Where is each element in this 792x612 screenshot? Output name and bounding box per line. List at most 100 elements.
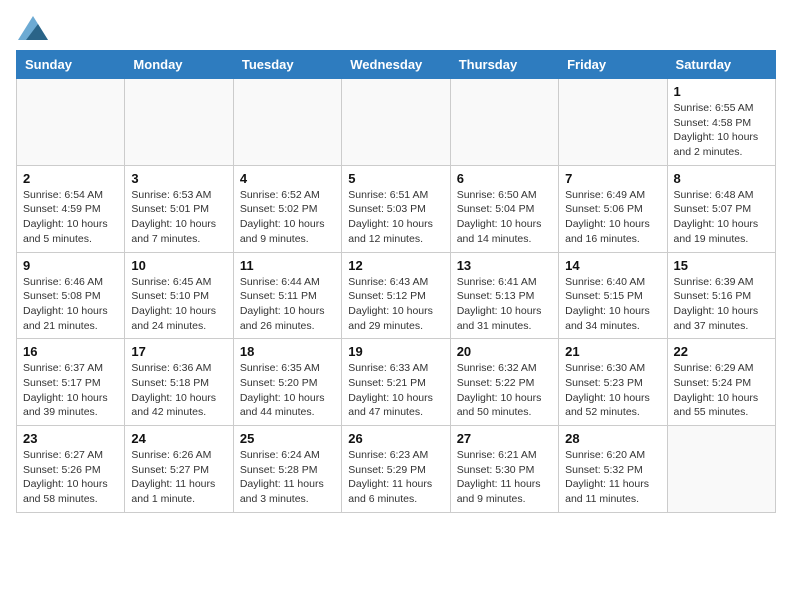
- day-number: 18: [240, 344, 335, 359]
- day-info: Sunrise: 6:46 AM Sunset: 5:08 PM Dayligh…: [23, 275, 118, 334]
- day-number: 7: [565, 171, 660, 186]
- day-info: Sunrise: 6:50 AM Sunset: 5:04 PM Dayligh…: [457, 188, 552, 247]
- calendar-cell: 14 Sunrise: 6:40 AM Sunset: 5:15 PM Dayli…: [559, 252, 667, 339]
- weekday-header-friday: Friday: [559, 51, 667, 79]
- day-info: Sunrise: 6:51 AM Sunset: 5:03 PM Dayligh…: [348, 188, 443, 247]
- calendar-cell: 8 Sunrise: 6:48 AM Sunset: 5:07 PM Daylig…: [667, 165, 775, 252]
- day-info: Sunrise: 6:33 AM Sunset: 5:21 PM Dayligh…: [348, 361, 443, 420]
- calendar-cell: [233, 79, 341, 166]
- calendar-cell: 15 Sunrise: 6:39 AM Sunset: 5:16 PM Dayli…: [667, 252, 775, 339]
- day-info: Sunrise: 6:27 AM Sunset: 5:26 PM Dayligh…: [23, 448, 118, 507]
- day-info: Sunrise: 6:44 AM Sunset: 5:11 PM Dayligh…: [240, 275, 335, 334]
- calendar-cell: 27 Sunrise: 6:21 AM Sunset: 5:30 PM Dayli…: [450, 426, 558, 513]
- day-number: 12: [348, 258, 443, 273]
- day-info: Sunrise: 6:54 AM Sunset: 4:59 PM Dayligh…: [23, 188, 118, 247]
- week-row-1: 1 Sunrise: 6:55 AM Sunset: 4:58 PM Daylig…: [17, 79, 776, 166]
- day-number: 17: [131, 344, 226, 359]
- day-info: Sunrise: 6:39 AM Sunset: 5:16 PM Dayligh…: [674, 275, 769, 334]
- day-number: 11: [240, 258, 335, 273]
- calendar-cell: 4Sunrise: 6:52 AM Sunset: 5:02 PM Daylig…: [233, 165, 341, 252]
- weekday-header-monday: Monday: [125, 51, 233, 79]
- day-number: 28: [565, 431, 660, 446]
- day-info: Sunrise: 6:35 AM Sunset: 5:20 PM Dayligh…: [240, 361, 335, 420]
- logo-icon: [18, 16, 48, 40]
- day-number: 3: [131, 171, 226, 186]
- day-number: 6: [457, 171, 552, 186]
- calendar-cell: 19 Sunrise: 6:33 AM Sunset: 5:21 PM Dayli…: [342, 339, 450, 426]
- calendar-cell: 5 Sunrise: 6:51 AM Sunset: 5:03 PM Daylig…: [342, 165, 450, 252]
- week-row-3: 9 Sunrise: 6:46 AM Sunset: 5:08 PM Daylig…: [17, 252, 776, 339]
- day-info: Sunrise: 6:24 AM Sunset: 5:28 PM Dayligh…: [240, 448, 335, 507]
- calendar-cell: [342, 79, 450, 166]
- calendar-cell: [450, 79, 558, 166]
- day-info: Sunrise: 6:36 AM Sunset: 5:18 PM Dayligh…: [131, 361, 226, 420]
- day-number: 23: [23, 431, 118, 446]
- day-number: 26: [348, 431, 443, 446]
- calendar-cell: [559, 79, 667, 166]
- weekday-header-row: SundayMondayTuesdayWednesdayThursdayFrid…: [17, 51, 776, 79]
- day-number: 1: [674, 84, 769, 99]
- calendar-cell: 7 Sunrise: 6:49 AM Sunset: 5:06 PM Daylig…: [559, 165, 667, 252]
- calendar-cell: 9 Sunrise: 6:46 AM Sunset: 5:08 PM Daylig…: [17, 252, 125, 339]
- calendar-cell: 11 Sunrise: 6:44 AM Sunset: 5:11 PM Dayli…: [233, 252, 341, 339]
- day-info: Sunrise: 6:30 AM Sunset: 5:23 PM Dayligh…: [565, 361, 660, 420]
- day-info: Sunrise: 6:21 AM Sunset: 5:30 PM Dayligh…: [457, 448, 552, 507]
- day-info: Sunrise: 6:52 AM Sunset: 5:02 PM Dayligh…: [240, 188, 335, 247]
- calendar-cell: 18 Sunrise: 6:35 AM Sunset: 5:20 PM Dayli…: [233, 339, 341, 426]
- calendar-cell: 24 Sunrise: 6:26 AM Sunset: 5:27 PM Dayli…: [125, 426, 233, 513]
- day-info: Sunrise: 6:23 AM Sunset: 5:29 PM Dayligh…: [348, 448, 443, 507]
- day-info: Sunrise: 6:41 AM Sunset: 5:13 PM Dayligh…: [457, 275, 552, 334]
- day-number: 13: [457, 258, 552, 273]
- day-info: Sunrise: 6:29 AM Sunset: 5:24 PM Dayligh…: [674, 361, 769, 420]
- day-info: Sunrise: 6:48 AM Sunset: 5:07 PM Dayligh…: [674, 188, 769, 247]
- day-number: 16: [23, 344, 118, 359]
- day-number: 25: [240, 431, 335, 446]
- day-number: 2: [23, 171, 118, 186]
- calendar-cell: [667, 426, 775, 513]
- day-number: 20: [457, 344, 552, 359]
- day-number: 9: [23, 258, 118, 273]
- calendar-cell: 23 Sunrise: 6:27 AM Sunset: 5:26 PM Dayli…: [17, 426, 125, 513]
- calendar-cell: [125, 79, 233, 166]
- day-number: 8: [674, 171, 769, 186]
- day-number: 22: [674, 344, 769, 359]
- day-info: Sunrise: 6:40 AM Sunset: 5:15 PM Dayligh…: [565, 275, 660, 334]
- calendar-cell: 22 Sunrise: 6:29 AM Sunset: 5:24 PM Dayli…: [667, 339, 775, 426]
- day-info: Sunrise: 6:45 AM Sunset: 5:10 PM Dayligh…: [131, 275, 226, 334]
- week-row-5: 23 Sunrise: 6:27 AM Sunset: 5:26 PM Dayli…: [17, 426, 776, 513]
- day-number: 5: [348, 171, 443, 186]
- calendar-cell: 20Sunrise: 6:32 AM Sunset: 5:22 PM Dayli…: [450, 339, 558, 426]
- header: [16, 16, 776, 40]
- day-number: 27: [457, 431, 552, 446]
- week-row-2: 2 Sunrise: 6:54 AM Sunset: 4:59 PM Daylig…: [17, 165, 776, 252]
- calendar-cell: 10 Sunrise: 6:45 AM Sunset: 5:10 PM Dayli…: [125, 252, 233, 339]
- day-number: 15: [674, 258, 769, 273]
- calendar-cell: 2 Sunrise: 6:54 AM Sunset: 4:59 PM Daylig…: [17, 165, 125, 252]
- calendar-cell: [17, 79, 125, 166]
- day-info: Sunrise: 6:49 AM Sunset: 5:06 PM Dayligh…: [565, 188, 660, 247]
- calendar-cell: 21Sunrise: 6:30 AM Sunset: 5:23 PM Dayli…: [559, 339, 667, 426]
- calendar-cell: 1 Sunrise: 6:55 AM Sunset: 4:58 PM Daylig…: [667, 79, 775, 166]
- day-info: Sunrise: 6:53 AM Sunset: 5:01 PM Dayligh…: [131, 188, 226, 247]
- weekday-header-sunday: Sunday: [17, 51, 125, 79]
- day-info: Sunrise: 6:55 AM Sunset: 4:58 PM Dayligh…: [674, 101, 769, 160]
- calendar-cell: 13 Sunrise: 6:41 AM Sunset: 5:13 PM Dayli…: [450, 252, 558, 339]
- day-number: 19: [348, 344, 443, 359]
- calendar-cell: 17 Sunrise: 6:36 AM Sunset: 5:18 PM Dayli…: [125, 339, 233, 426]
- calendar-cell: 6 Sunrise: 6:50 AM Sunset: 5:04 PM Daylig…: [450, 165, 558, 252]
- weekday-header-tuesday: Tuesday: [233, 51, 341, 79]
- day-number: 24: [131, 431, 226, 446]
- calendar-cell: 16 Sunrise: 6:37 AM Sunset: 5:17 PM Dayli…: [17, 339, 125, 426]
- day-number: 10: [131, 258, 226, 273]
- calendar-cell: 25 Sunrise: 6:24 AM Sunset: 5:28 PM Dayli…: [233, 426, 341, 513]
- day-info: Sunrise: 6:37 AM Sunset: 5:17 PM Dayligh…: [23, 361, 118, 420]
- day-number: 14: [565, 258, 660, 273]
- calendar-cell: 3 Sunrise: 6:53 AM Sunset: 5:01 PM Daylig…: [125, 165, 233, 252]
- logo: [16, 16, 48, 40]
- weekday-header-thursday: Thursday: [450, 51, 558, 79]
- day-info: Sunrise: 6:26 AM Sunset: 5:27 PM Dayligh…: [131, 448, 226, 507]
- week-row-4: 16 Sunrise: 6:37 AM Sunset: 5:17 PM Dayli…: [17, 339, 776, 426]
- weekday-header-saturday: Saturday: [667, 51, 775, 79]
- calendar-cell: 12Sunrise: 6:43 AM Sunset: 5:12 PM Dayli…: [342, 252, 450, 339]
- weekday-header-wednesday: Wednesday: [342, 51, 450, 79]
